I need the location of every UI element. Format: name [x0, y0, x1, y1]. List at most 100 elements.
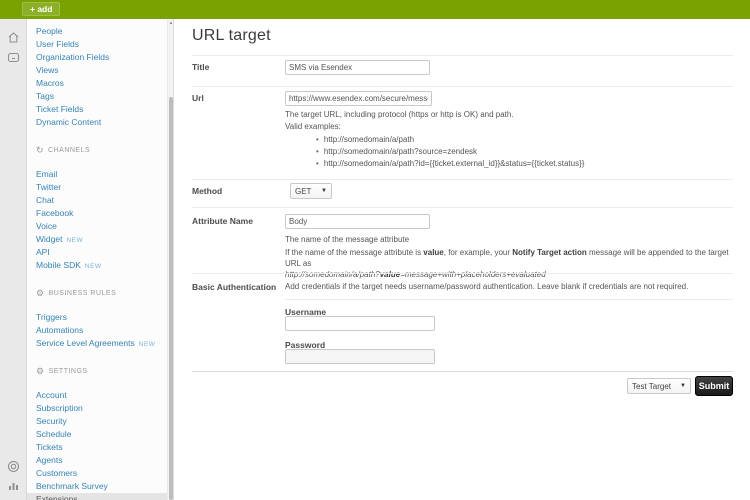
sidebar-item-label: Macros	[36, 78, 64, 88]
url-example: • http://somedomain/a/path	[316, 134, 584, 146]
sidebar-section-header: ⚙SETTINGS	[27, 366, 173, 376]
basic-auth-help: Add credentials if the target needs user…	[285, 282, 730, 291]
divider	[192, 179, 733, 180]
divider	[285, 299, 733, 300]
attribute-name-label: Attribute Name	[192, 216, 253, 226]
new-badge: NEW	[85, 263, 102, 270]
rules-icon: ⚙	[36, 288, 45, 298]
password-input[interactable]	[285, 349, 435, 364]
sidebar-item-macros[interactable]: Macros	[27, 77, 173, 90]
method-select-value: GET	[295, 187, 311, 196]
sidebar-item-extensions[interactable]: Extensions	[27, 493, 173, 500]
bullet-icon: •	[316, 134, 319, 146]
method-select[interactable]: GET ▼	[290, 183, 332, 199]
sidebar-item-security[interactable]: Security	[27, 415, 173, 428]
attribute-note: If the name of the message attribute is …	[285, 247, 737, 280]
section-header-label: BUSINESS RULES	[49, 290, 117, 297]
sidebar-item-label: Schedule	[36, 429, 71, 439]
sidebar-item-tags[interactable]: Tags	[27, 90, 173, 103]
sidebar-item-label: Service Level Agreements	[36, 338, 135, 348]
url-example: •http://somedomain/a/path?source=zendesk	[316, 146, 584, 158]
note-code: =message+with+placeholders+evaluated	[400, 270, 545, 279]
title-label: Title	[192, 62, 209, 72]
sidebar-item-service-level-agreements[interactable]: Service Level AgreementsNEW	[27, 337, 173, 350]
sidebar-item-email[interactable]: Email	[27, 168, 173, 181]
sidebar-item-dynamic-content[interactable]: Dynamic Content	[27, 116, 173, 129]
attribute-help-text: The name of the message attribute	[285, 235, 409, 244]
sidebar-item-tickets[interactable]: Tickets	[27, 441, 173, 454]
sidebar-item-ticket-fields[interactable]: Ticket Fields	[27, 103, 173, 116]
divider	[192, 55, 733, 56]
add-button[interactable]: + add	[22, 2, 60, 16]
sidebar-item-benchmark-survey[interactable]: Benchmark Survey	[27, 480, 173, 493]
sidebar-item-schedule[interactable]: Schedule	[27, 428, 173, 441]
console-icon[interactable]	[7, 51, 20, 64]
sidebar-item-customers[interactable]: Customers	[27, 467, 173, 480]
url-example-text: http://somedomain/a/path	[324, 134, 414, 146]
url-examples-list: •http://somedomain/a/path•http://somedom…	[316, 134, 584, 170]
note-code: http://somedomain/a/path?	[285, 270, 380, 279]
method-label: Method	[192, 186, 222, 196]
test-target-select[interactable]: Test Target ▼	[627, 378, 691, 394]
url-help-text: The target URL, including protocol (http…	[285, 110, 514, 119]
sidebar-item-label: Tags	[36, 91, 54, 101]
top-bar: + add	[0, 0, 750, 19]
chevron-down-icon: ▼	[321, 188, 327, 194]
sidebar-item-label: Widget	[36, 234, 62, 244]
url-input[interactable]	[285, 91, 432, 106]
sidebar-item-facebook[interactable]: Facebook	[27, 207, 173, 220]
sidebar-scrollbar[interactable]: ▲	[167, 19, 173, 500]
sidebar-item-label: Facebook	[36, 208, 73, 218]
sidebar-item-agents[interactable]: Agents	[27, 454, 173, 467]
home-icon[interactable]	[7, 31, 20, 44]
sidebar-item-subscription[interactable]: Subscription	[27, 402, 173, 415]
sidebar-item-label: Tickets	[36, 442, 63, 452]
sidebar-item-label: API	[36, 247, 50, 257]
divider	[192, 371, 733, 372]
title-input[interactable]	[285, 60, 430, 75]
sidebar-item-label: Triggers	[36, 312, 67, 322]
sidebar-item-label: Twitter	[36, 182, 61, 192]
note-code-bold: value	[380, 270, 400, 279]
divider	[192, 86, 733, 87]
sidebar-item-people[interactable]: People	[27, 25, 173, 38]
submit-button[interactable]: Submit	[695, 376, 733, 396]
username-input[interactable]	[285, 316, 435, 331]
sidebar-nav: PeopleUser Fields Organization FieldsView…	[27, 19, 173, 500]
sidebar-item-api[interactable]: API	[27, 246, 173, 259]
sidebar-item-twitter[interactable]: Twitter	[27, 181, 173, 194]
sidebar-item-chat[interactable]: Chat	[27, 194, 173, 207]
help-icon[interactable]	[7, 460, 20, 473]
sidebar-item-user-fields[interactable]: User Fields	[27, 38, 173, 51]
sidebar-item-label: User Fields	[36, 39, 79, 49]
sidebar-item-automations[interactable]: Automations	[27, 324, 173, 337]
main-content: URL target Title Url The target URL, inc…	[174, 19, 750, 500]
attribute-name-input[interactable]	[285, 214, 430, 229]
sidebar-item-triggers[interactable]: Triggers	[27, 311, 173, 324]
sidebar: PeopleUser Fields Organization FieldsView…	[27, 19, 174, 500]
note-text: , for example, your	[444, 248, 512, 257]
bullet-icon: •	[316, 146, 319, 158]
sidebar-item-organization-fields[interactable]: Organization Fields	[27, 51, 173, 64]
page-title: URL target	[192, 27, 271, 45]
valid-examples-label: Valid examples:	[285, 122, 341, 131]
sidebar-item-label: Account	[36, 390, 67, 400]
sidebar-item-voice[interactable]: Voice	[27, 220, 173, 233]
url-example-text: http://somedomain/a/path?id={{ticket.ext…	[324, 158, 585, 170]
sidebar-item-label: Extensions	[36, 494, 78, 500]
bullet-icon: •	[316, 158, 319, 170]
sidebar-item-label: Ticket Fields	[36, 104, 83, 114]
sidebar-item-label: Agents	[36, 455, 62, 465]
sidebar-item-label: Voice	[36, 221, 57, 231]
chevron-down-icon: ▼	[680, 383, 686, 389]
scrollbar-thumb[interactable]	[169, 97, 173, 500]
reports-icon[interactable]	[7, 479, 20, 492]
sidebar-item-label: Chat	[36, 195, 54, 205]
basic-auth-label: Basic Authentication	[192, 282, 276, 292]
sidebar-item-label: Views	[36, 65, 59, 75]
sidebar-item-account[interactable]: Account	[27, 389, 173, 402]
sidebar-item-mobile-sdk[interactable]: Mobile SDKNEW	[27, 259, 173, 272]
sidebar-item-widget[interactable]: WidgetNEW	[27, 233, 173, 246]
divider	[192, 273, 733, 274]
sidebar-item-views[interactable]: Views	[27, 64, 173, 77]
